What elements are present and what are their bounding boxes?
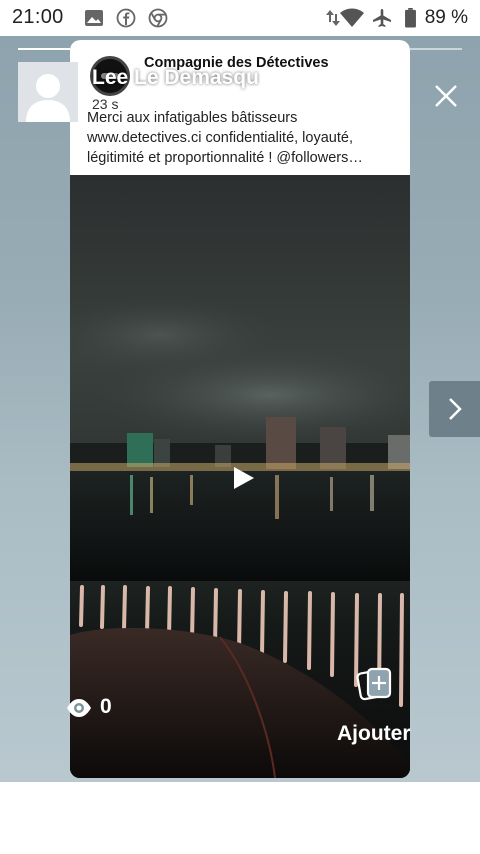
post-text-line: Merci aux infatigables bâtisseurs — [87, 110, 298, 126]
data-arrows-icon — [326, 10, 340, 26]
post-text-line: www.detectives.ci confidentialité, loyau… — [87, 130, 353, 146]
story-viewer: Compagnie des Détectives Merci aux infat… — [0, 36, 480, 782]
battery-percentage: 89 % — [424, 7, 468, 28]
shared-post-header: Compagnie des Détectives Merci aux infat… — [70, 40, 410, 175]
status-bar: 21:00 89 % — [0, 0, 480, 36]
add-label: Ajouter — [337, 722, 411, 745]
post-text-line: légitimité et proportionnalité ! @follow… — [87, 150, 363, 166]
views-count: 0 — [100, 695, 112, 718]
story-time: 23 s — [92, 96, 119, 112]
add-to-story-button[interactable]: Ajouter — [334, 666, 420, 748]
more-options-button[interactable] — [376, 84, 396, 108]
default-avatar-icon — [26, 74, 70, 122]
story-user-name[interactable]: Lee Le Demasqu — [92, 66, 259, 90]
eye-icon — [67, 699, 91, 717]
image-icon — [85, 10, 103, 26]
close-icon[interactable] — [430, 80, 462, 112]
wifi-icon — [340, 8, 364, 27]
play-icon[interactable] — [230, 465, 256, 491]
battery-icon — [405, 8, 416, 28]
viewers-count[interactable]: 0 — [66, 695, 112, 720]
next-story-button[interactable] — [429, 381, 480, 437]
chevron-right-icon — [449, 398, 462, 420]
facebook-icon — [116, 8, 136, 28]
avatar[interactable] — [18, 62, 78, 122]
chrome-icon — [148, 8, 168, 28]
post-text: Merci aux infatigables bâtisseurs www.de… — [87, 108, 402, 168]
add-story-icon — [356, 667, 392, 701]
airplane-icon — [373, 9, 391, 27]
clock: 21:00 — [12, 6, 64, 28]
